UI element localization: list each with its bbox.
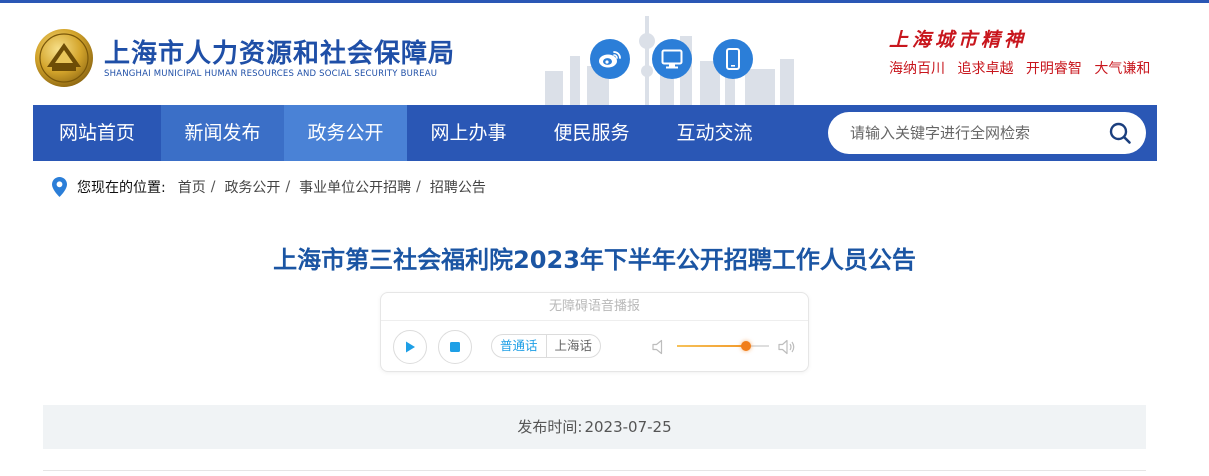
player-title: 无障碍语音播报 xyxy=(381,293,808,321)
publish-label: 发布时间: xyxy=(517,418,583,436)
breadcrumb-link-government-affairs[interactable]: 政务公开 xyxy=(224,177,280,197)
search-input[interactable] xyxy=(850,122,1090,144)
search-icon[interactable] xyxy=(1108,121,1132,145)
volume-knob[interactable] xyxy=(741,341,751,351)
breadcrumb-separator: / xyxy=(210,179,216,195)
weibo-icon xyxy=(599,51,621,68)
location-pin-icon xyxy=(52,177,67,197)
page-title: 上海市第三社会福利院2023年下半年公开招聘工作人员公告 xyxy=(273,246,916,274)
site-subtitle: SHANGHAI MUNICIPAL HUMAN RESOURCES AND S… xyxy=(104,69,438,79)
nav-item-news[interactable]: 新闻发布 xyxy=(161,105,284,161)
nav-item-interaction[interactable]: 互动交流 xyxy=(653,105,776,161)
nav-item-government-affairs[interactable]: 政务公开 xyxy=(284,105,407,161)
desktop-button[interactable] xyxy=(652,39,692,79)
nav-item-home[interactable]: 网站首页 xyxy=(33,105,161,161)
breadcrumb-separator: / xyxy=(285,179,291,195)
city-spirit-title: 上海城市精神 xyxy=(889,29,1028,51)
volume-high-icon[interactable] xyxy=(778,338,796,356)
audio-player: 无障碍语音播报 普通话 上海话 xyxy=(380,292,809,372)
mobile-icon xyxy=(726,48,740,70)
volume-low-icon[interactable] xyxy=(652,339,666,355)
search-box xyxy=(828,112,1146,154)
bureau-logo-icon[interactable] xyxy=(33,27,95,89)
main-nav: 网站首页 新闻发布 政务公开 网上办事 便民服务 互动交流 xyxy=(33,105,1157,161)
publish-info-bar: 发布时间: 2023-07-25 xyxy=(43,405,1146,449)
breadcrumb: 您现在的位置: 首页 / 政务公开 / 事业单位公开招聘 / 招聘公告 xyxy=(52,176,486,198)
stop-button[interactable] xyxy=(438,330,472,364)
site-title: 上海市人力资源和社会保障局 xyxy=(104,39,456,69)
breadcrumb-link-notice[interactable]: 招聘公告 xyxy=(430,177,486,197)
nav-item-online-services[interactable]: 网上办事 xyxy=(407,105,530,161)
language-switch: 普通话 上海话 xyxy=(491,334,602,358)
spirit-word: 追求卓越 xyxy=(957,61,1014,77)
language-option-shanghainese[interactable]: 上海话 xyxy=(547,335,601,357)
play-button[interactable] xyxy=(393,330,427,364)
spirit-word: 海纳百川 xyxy=(889,61,945,77)
play-icon xyxy=(406,341,415,353)
spirit-word: 大气谦和 xyxy=(1094,61,1151,77)
weibo-button[interactable] xyxy=(590,39,630,79)
breadcrumb-link-recruitment[interactable]: 事业单位公开招聘 xyxy=(299,177,411,197)
divider xyxy=(43,470,1146,471)
breadcrumb-link-home[interactable]: 首页 xyxy=(178,177,206,197)
breadcrumb-label: 您现在的位置: xyxy=(77,180,166,196)
stop-icon xyxy=(450,342,460,352)
mobile-button[interactable] xyxy=(713,39,753,79)
volume-slider[interactable] xyxy=(677,341,769,351)
desktop-icon xyxy=(661,49,683,69)
volume-fill xyxy=(677,345,746,347)
nav-item-public-services[interactable]: 便民服务 xyxy=(530,105,653,161)
spirit-word: 开明睿智 xyxy=(1025,61,1082,77)
city-spirit-words: 海纳百川 追求卓越 开明睿智 大气谦和 xyxy=(889,58,1158,78)
site-header: 上海市人力资源和社会保障局 SHANGHAI MUNICIPAL HUMAN R… xyxy=(0,3,1209,109)
language-option-mandarin[interactable]: 普通话 xyxy=(492,335,547,357)
breadcrumb-separator: / xyxy=(416,179,421,195)
publish-date: 2023-07-25 xyxy=(584,418,672,436)
